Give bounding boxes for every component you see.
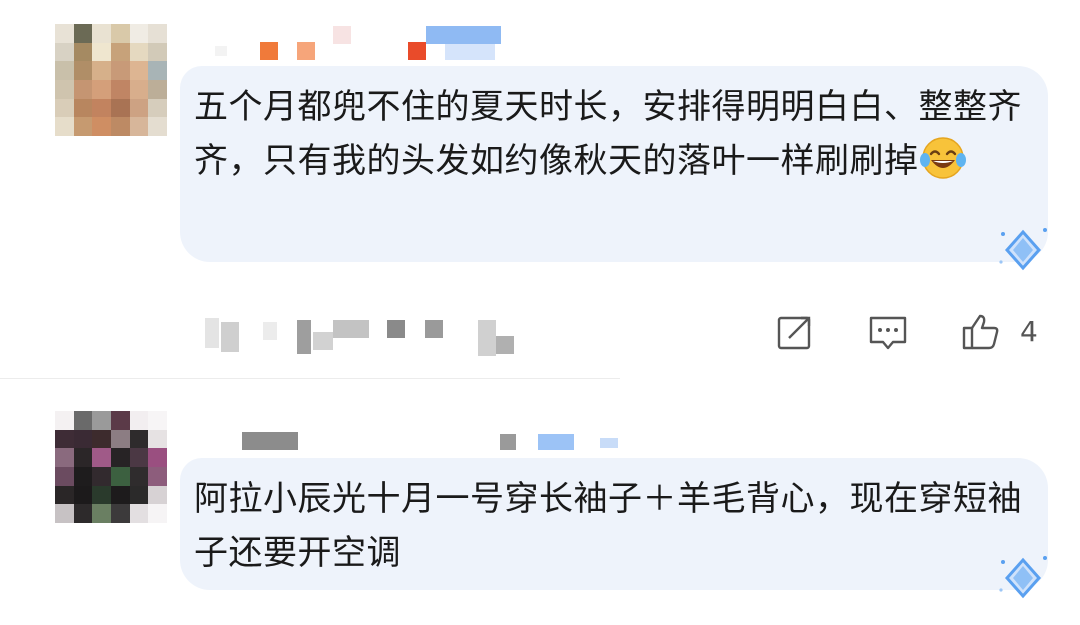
- comment-item: 五个月都兜不住的夏天时长，安排得明明白白、整整齐齐，只有我的头发如约像秋天的落叶…: [0, 0, 1080, 380]
- divider: [0, 378, 620, 379]
- username-blurred: [205, 26, 505, 60]
- comment-text: 五个月都兜不住的夏天时长，安排得明明白白、整整齐齐，只有我的头发如约像秋天的落叶…: [194, 87, 1022, 181]
- username-blurred: [230, 430, 630, 456]
- laughing-tears-icon: [919, 137, 966, 179]
- timestamp-blurred: [205, 316, 525, 356]
- diamond-badge-icon: [999, 228, 1047, 271]
- share-icon[interactable]: [775, 312, 815, 352]
- avatar[interactable]: [55, 24, 167, 136]
- comment-text: 阿拉小辰光十月一号穿长袖子＋羊毛背心，现在穿短袖子还要开空调: [194, 479, 1022, 573]
- reply-icon[interactable]: [868, 312, 908, 352]
- comment-actions: 4: [770, 312, 1060, 352]
- avatar[interactable]: [55, 411, 167, 523]
- like-icon[interactable]: [960, 312, 1000, 352]
- comment-item: 阿拉小辰光十月一号穿长袖子＋羊毛背心，现在穿短袖子还要开空调: [0, 380, 1080, 625]
- diamond-badge-icon: [999, 556, 1047, 599]
- like-count: 4: [1020, 315, 1038, 348]
